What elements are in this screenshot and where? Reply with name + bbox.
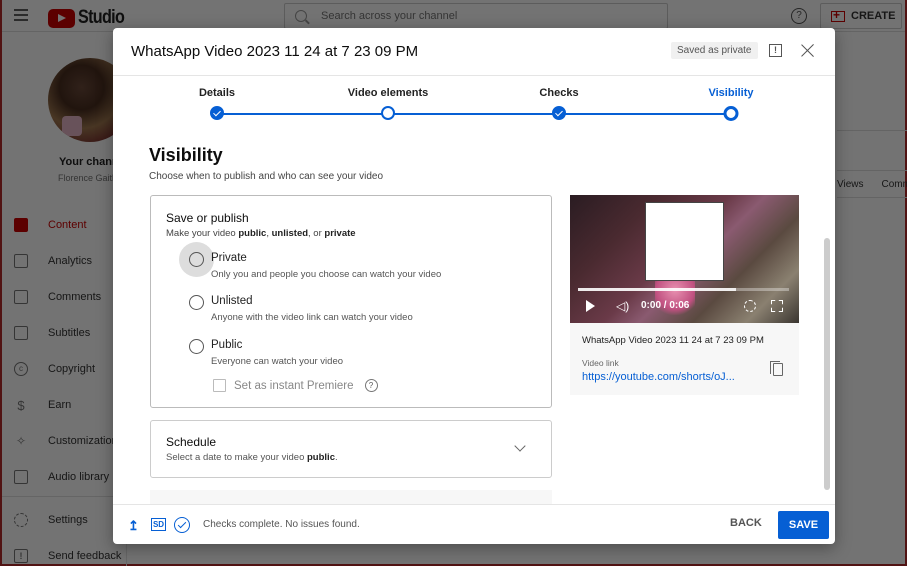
step-video-elements[interactable]: Video elements (348, 87, 429, 99)
radio-label: Unlisted (211, 295, 253, 307)
play-icon[interactable] (586, 300, 595, 312)
card-subtitle: Select a date to make your video public. (166, 452, 338, 463)
step-visibility-current-dot[interactable] (723, 106, 739, 121)
help-icon[interactable]: ? (364, 379, 378, 392)
save-button[interactable]: SAVE (778, 511, 829, 539)
bold-unlisted: unlisted (271, 228, 309, 239)
radio-label: Public (211, 339, 243, 351)
content-scrollbar[interactable] (824, 238, 830, 490)
step-label: Visibility (708, 87, 754, 99)
step-label: Details (198, 87, 236, 99)
step-details[interactable]: Details (199, 87, 235, 99)
bold-public: public (238, 228, 267, 239)
chevron-down-icon[interactable] (514, 440, 526, 452)
step-label: Video elements (347, 87, 429, 99)
step-label: Checks (539, 87, 579, 99)
card-title: Save or publish (166, 211, 249, 225)
fullscreen-icon[interactable] (771, 300, 783, 312)
radio-public[interactable] (189, 339, 204, 354)
instant-premiere-row[interactable]: Set as instant Premiere ? (213, 379, 378, 392)
radio-private[interactable] (189, 252, 204, 267)
checks-complete-icon[interactable] (174, 517, 190, 533)
radio-description: Only you and people you choose can watch… (211, 269, 442, 280)
step-visibility[interactable]: Visibility (708, 87, 753, 99)
next-section-placeholder (150, 490, 552, 504)
section-subtitle: Choose when to publish and who can see y… (149, 171, 384, 182)
step-video-elements-dot[interactable] (381, 106, 395, 120)
upload-stepper: Details Video elements Checks Visibility (113, 76, 835, 126)
text: . (334, 452, 338, 463)
step-details-done-icon[interactable] (210, 106, 224, 120)
card-title: Schedule (166, 435, 217, 449)
close-icon[interactable] (800, 42, 816, 58)
preview-video-title: WhatsApp Video 2023 11 24 at 7 23 09 PM (582, 335, 764, 346)
video-link[interactable]: https://youtube.com/shorts/oJ... (582, 371, 735, 383)
radio-description: Everyone can watch your video (211, 356, 344, 367)
premiere-label: Set as instant Premiere (234, 379, 354, 392)
section-title: Visibility (149, 145, 223, 165)
text: Make your video (166, 228, 239, 239)
sd-quality-icon[interactable]: SD (151, 518, 166, 531)
save-or-publish-card: Save or publish Make your video public, … (150, 195, 552, 408)
text: Select a date to make your video (166, 452, 307, 463)
dialog-title: WhatsApp Video 2023 11 24 at 7 23 09 PM (131, 43, 419, 60)
step-checks[interactable]: Checks (539, 87, 578, 99)
schedule-card[interactable]: Schedule Select a date to make your vide… (150, 420, 552, 478)
bold-private: private (324, 228, 356, 239)
radio-label: Private (211, 252, 247, 264)
instant-premiere-checkbox[interactable] (213, 379, 226, 392)
copy-icon[interactable] (770, 361, 783, 376)
dialog-footer: ↥ SD Checks complete. No issues found. B… (113, 504, 835, 544)
back-button[interactable]: BACK (730, 517, 762, 529)
video-frame-overlay (645, 202, 724, 281)
stepper-line (217, 113, 731, 115)
upload-icon[interactable]: ↥ (128, 518, 139, 534)
volume-icon[interactable]: ◁) (616, 299, 629, 313)
video-preview-card: ◁) 0:00 / 0:06 WhatsApp Video 2023 11 24… (570, 195, 799, 395)
video-buffered-fill (578, 288, 737, 291)
card-subtitle: Make your video public, unlisted, or pri… (166, 228, 356, 239)
radio-description: Anyone with the video link can watch you… (211, 312, 413, 323)
status-text: Checks complete. No issues found. (203, 519, 360, 530)
report-feedback-icon[interactable]: ! (769, 44, 782, 57)
gear-icon[interactable] (744, 300, 756, 312)
step-checks-done-icon[interactable] (552, 106, 566, 120)
dialog-header: WhatsApp Video 2023 11 24 at 7 23 09 PM … (113, 28, 835, 76)
text: , or (308, 228, 325, 239)
video-progress-bar[interactable] (578, 288, 789, 291)
video-player[interactable]: ◁) 0:00 / 0:06 (570, 195, 799, 323)
bold-public: public (307, 452, 335, 463)
video-link-label: Video link (582, 358, 619, 368)
dialog-content: Visibility Choose when to publish and wh… (113, 126, 835, 504)
radio-unlisted[interactable] (189, 295, 204, 310)
upload-dialog: WhatsApp Video 2023 11 24 at 7 23 09 PM … (113, 28, 835, 544)
saved-status-badge: Saved as private (671, 42, 758, 59)
video-time: 0:00 / 0:06 (641, 300, 690, 311)
